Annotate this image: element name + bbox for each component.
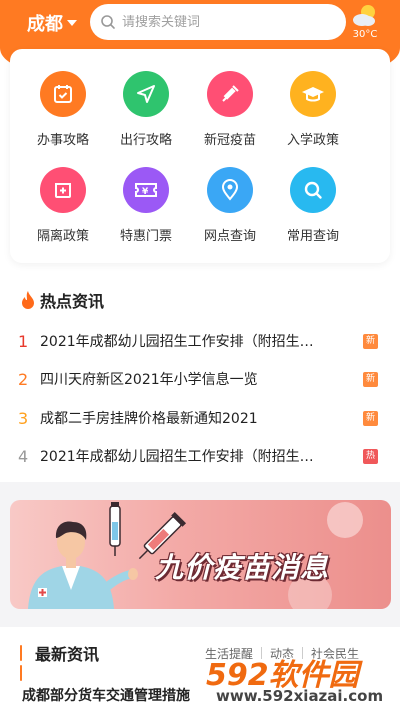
- send-icon: [123, 71, 169, 117]
- new-badge: 新: [363, 371, 378, 387]
- banner-title: 九价疫苗消息: [155, 551, 330, 584]
- service-label: 特惠门票: [119, 229, 172, 244]
- watermark-url: www.592xiazai.com: [216, 687, 384, 705]
- service-label: 隔离政策: [36, 229, 89, 244]
- city-label: 成都: [27, 14, 63, 35]
- service-label: 网点查询: [203, 229, 256, 244]
- hot-badge: 热: [363, 448, 378, 464]
- search-input[interactable]: [122, 14, 332, 30]
- service-label: 入学政策: [286, 133, 339, 148]
- svg-text:¥: ¥: [142, 187, 149, 197]
- news-item[interactable]: 4 2021年成都幼儿园招生工作安排（附招生… 热: [18, 444, 384, 468]
- news-item[interactable]: 3 成都二手房挂牌价格最新通知2021 新: [18, 406, 384, 430]
- latest-news-title: 最新资讯: [35, 645, 100, 664]
- syringe-icon: [207, 71, 253, 117]
- service-label: 出行攻略: [119, 133, 172, 148]
- site-watermark: 592软件园 www.592xiazai.com: [196, 630, 400, 711]
- isolation-icon: [40, 167, 86, 213]
- temperature: 30°C: [352, 29, 378, 40]
- hot-news-header: 热点资讯: [20, 288, 104, 312]
- services-grid: 办事攻略 出行攻略 新冠疫苗 入学政策 隔离政策 ¥ 特惠门票 网点查询 常用查…: [10, 49, 390, 263]
- ticket-icon: ¥: [123, 167, 169, 213]
- news-title: 成都二手房挂牌价格最新通知2021: [40, 411, 258, 427]
- news-rank: 3: [18, 408, 29, 428]
- service-item-isolation-policy[interactable]: 隔离政策: [23, 167, 103, 244]
- hot-news-section: 热点资讯 1 2021年成都幼儿园招生工作安排（附招生… 新 2 四川天府新区2…: [0, 272, 400, 482]
- search-icon: [101, 15, 115, 29]
- search-bar[interactable]: [90, 4, 346, 40]
- news-rank: 2: [18, 369, 29, 389]
- weather-widget[interactable]: 30°C: [350, 3, 380, 41]
- service-label: 常用查询: [286, 229, 339, 244]
- service-item-office-guide[interactable]: 办事攻略: [23, 71, 103, 148]
- graduation-cap-icon: [290, 71, 336, 117]
- news-rank: 4: [18, 446, 29, 466]
- vaccine-banner[interactable]: 九价疫苗消息: [10, 500, 391, 609]
- news-title: 四川天府新区2021年小学信息一览: [40, 372, 258, 388]
- service-label: 办事攻略: [36, 133, 89, 148]
- service-item-covid-vaccine[interactable]: 新冠疫苗: [190, 71, 270, 148]
- service-item-travel-guide[interactable]: 出行攻略: [106, 71, 186, 148]
- service-item-enrollment-policy[interactable]: 入学政策: [273, 71, 353, 148]
- service-item-discount-tickets[interactable]: ¥ 特惠门票: [106, 167, 186, 244]
- new-badge: 新: [363, 410, 378, 426]
- location-icon: [207, 167, 253, 213]
- new-badge: 新: [363, 333, 378, 349]
- news-title: 2021年成都幼儿园招生工作安排（附招生…: [40, 334, 314, 350]
- header: 成都 30°C: [0, 0, 400, 46]
- section-accent-bar: [20, 645, 24, 681]
- latest-news-item[interactable]: 成都部分货车交通管理措施: [22, 685, 190, 705]
- flame-icon: [22, 291, 34, 309]
- service-item-outlet-lookup[interactable]: 网点查询: [190, 167, 270, 244]
- news-title: 2021年成都幼儿园招生工作安排（附招生…: [40, 449, 314, 465]
- weather-cloud-sun-icon: [353, 5, 375, 26]
- news-rank: 1: [18, 331, 29, 351]
- city-selector[interactable]: 成都: [27, 10, 77, 36]
- section-title: 热点资讯: [40, 292, 105, 311]
- search-icon: [290, 167, 336, 213]
- service-label: 新冠疫苗: [203, 133, 256, 148]
- news-item[interactable]: 2 四川天府新区2021年小学信息一览 新: [18, 367, 384, 391]
- service-item-common-lookup[interactable]: 常用查询: [273, 167, 353, 244]
- news-item[interactable]: 1 2021年成都幼儿园招生工作安排（附招生… 新: [18, 329, 384, 353]
- chevron-down-icon: [67, 20, 77, 26]
- calendar-icon: [40, 71, 86, 117]
